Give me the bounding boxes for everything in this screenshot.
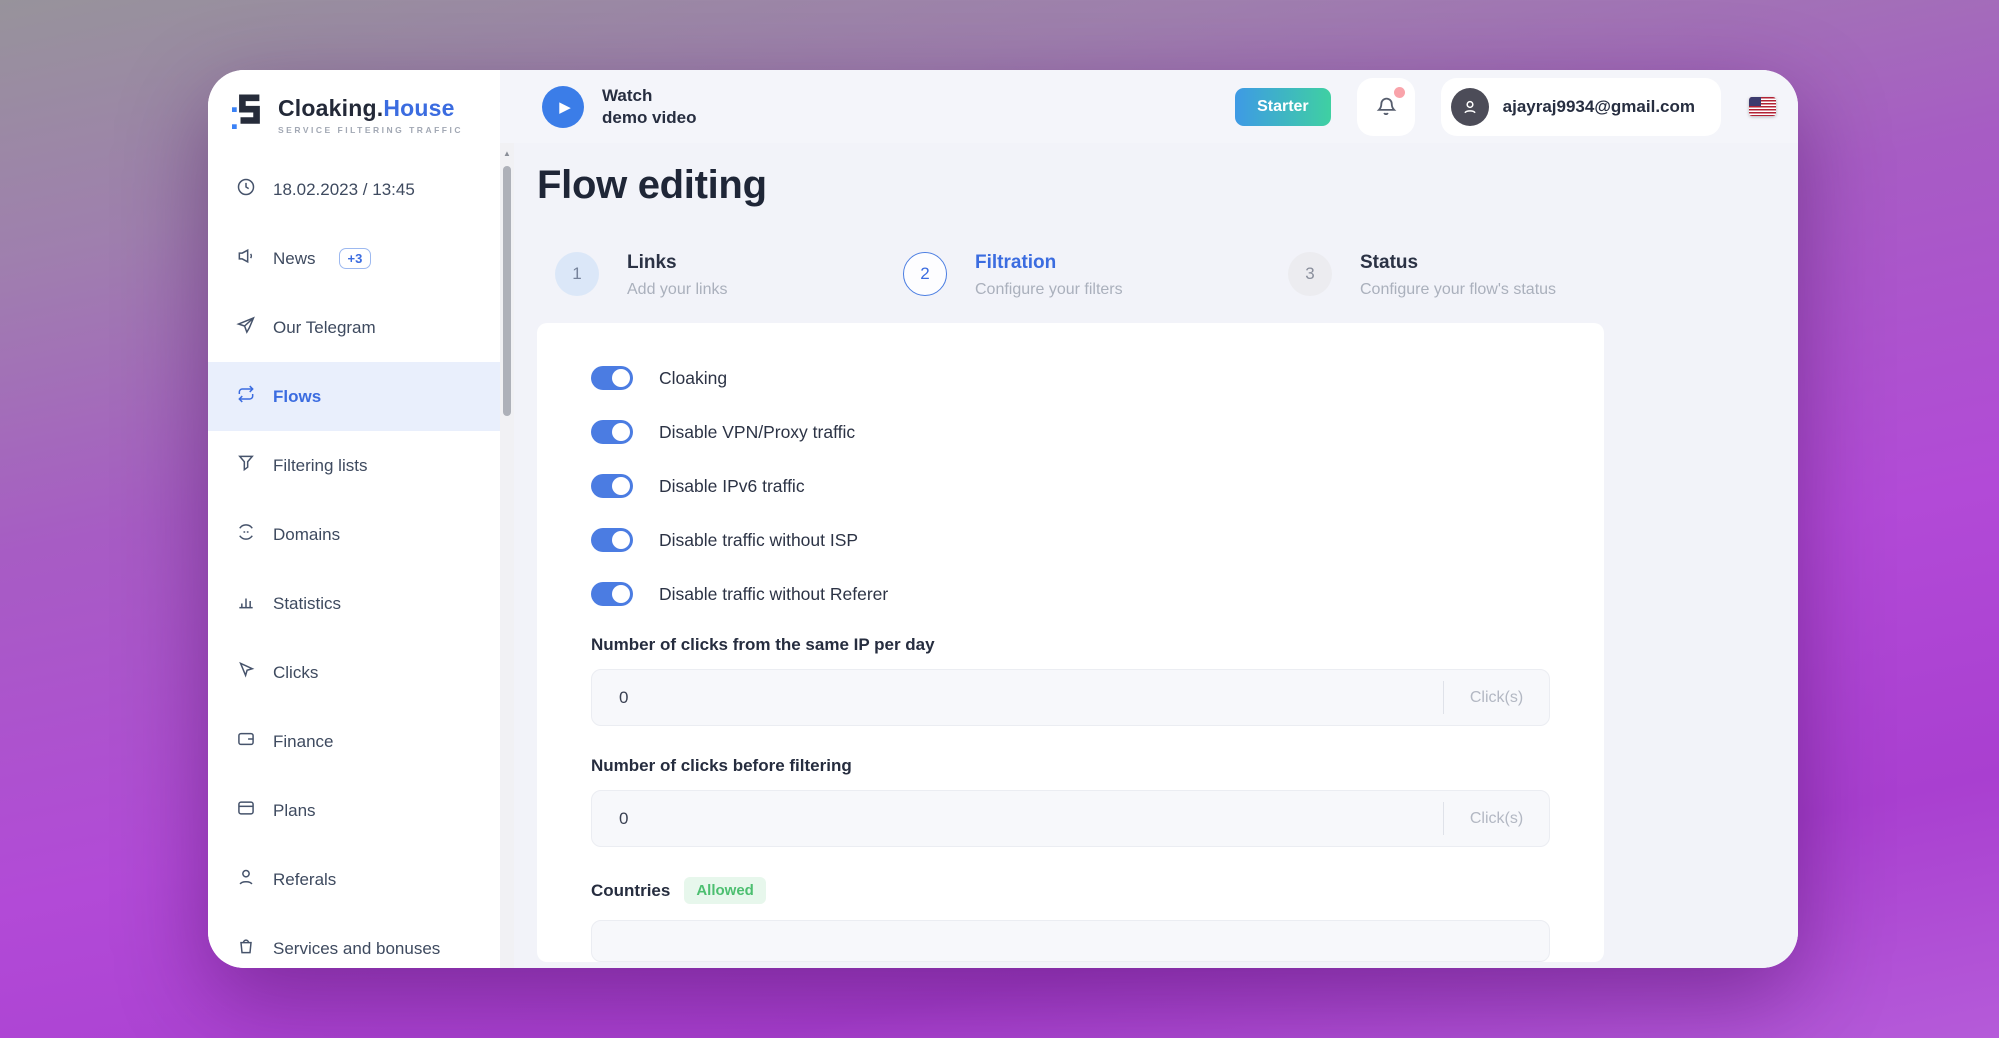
shopping-bag-icon <box>236 936 256 961</box>
step-title-status: Status <box>1360 252 1556 274</box>
disable-ipv6-toggle[interactable] <box>591 474 633 498</box>
watch-label-line1: Watch <box>602 85 696 106</box>
disable-vpn-proxy-toggle[interactable] <box>591 420 633 444</box>
sidebar-item-flows[interactable]: Flows <box>208 362 500 431</box>
clicks-per-ip-unit: Click(s) <box>1443 681 1549 714</box>
clicks-per-ip-input[interactable]: 0 Click(s) <box>591 669 1550 726</box>
step-subtitle-filtration: Configure your filters <box>975 281 1123 299</box>
step-subtitle-status: Configure your flow's status <box>1360 281 1556 299</box>
user-icon <box>236 867 256 892</box>
repeat-icon <box>236 384 256 409</box>
toggle-row-cloaking: Cloaking <box>591 351 1550 405</box>
disable-no-isp-toggle[interactable] <box>591 528 633 552</box>
megaphone-icon <box>236 246 256 271</box>
app-window: Cloaking.House SERVICE FILTERING TRAFFIC… <box>208 70 1798 968</box>
step-number-2: 2 <box>903 252 947 296</box>
sidebar-nav: 18.02.2023 / 13:45 News +3 Our Telegram … <box>208 155 500 968</box>
brand-name: Cloaking.House <box>278 95 463 122</box>
notifications-button[interactable] <box>1357 78 1415 136</box>
toggle-row-isp: Disable traffic without ISP <box>591 513 1550 567</box>
clicks-before-filtering-input[interactable]: 0 Click(s) <box>591 790 1550 847</box>
step-number-1: 1 <box>555 252 599 296</box>
desktop-background: Cloaking.House SERVICE FILTERING TRAFFIC… <box>0 0 1999 1038</box>
language-flag-us-icon[interactable] <box>1749 97 1776 116</box>
plan-badge[interactable]: Starter <box>1235 88 1331 126</box>
clicks-before-filtering-unit: Click(s) <box>1443 802 1549 835</box>
wizard-steps: 1 Links Add your links 2 Filtration Conf… <box>537 252 1798 299</box>
sidebar-item-statistics[interactable]: Statistics <box>208 569 500 638</box>
sidebar-item-news[interactable]: News +3 <box>208 224 500 293</box>
user-menu[interactable]: ajayraj9934@gmail.com <box>1441 78 1721 136</box>
play-icon: ▶ <box>542 86 584 128</box>
page-title: Flow editing <box>537 163 1798 208</box>
brand-logo: Cloaking.House SERVICE FILTERING TRAFFIC <box>208 70 500 143</box>
scrollbar-up-arrow-icon[interactable]: ▲ <box>503 150 511 158</box>
funnel-icon <box>236 453 256 478</box>
sidebar-item-finance[interactable]: Finance <box>208 707 500 776</box>
disable-no-referer-toggle[interactable] <box>591 582 633 606</box>
countries-row: Countries Allowed <box>591 877 1550 904</box>
sidebar-item-referals[interactable]: Referals <box>208 845 500 914</box>
news-count-badge: +3 <box>339 248 372 269</box>
user-email: ajayraj9934@gmail.com <box>1503 97 1695 117</box>
top-bar: ▶ Watch demo video Starter <box>500 70 1798 143</box>
watch-label-line2: demo video <box>602 107 696 128</box>
step-links[interactable]: 1 Links Add your links <box>555 252 903 299</box>
bar-chart-icon <box>236 591 256 616</box>
sidebar: Cloaking.House SERVICE FILTERING TRAFFIC… <box>208 70 500 968</box>
cursor-icon <box>236 660 256 685</box>
countries-input[interactable] <box>591 920 1550 962</box>
countries-allowed-badge[interactable]: Allowed <box>684 877 766 904</box>
sidebar-item-datetime: 18.02.2023 / 13:45 <box>208 155 500 224</box>
toggle-row-ipv6: Disable IPv6 traffic <box>591 459 1550 513</box>
cloaking-toggle[interactable] <box>591 366 633 390</box>
clicks-before-filtering-value: 0 <box>592 809 1443 829</box>
clicks-before-filtering-label: Number of clicks before filtering <box>591 756 1550 776</box>
countries-label: Countries <box>591 881 670 901</box>
brand-logo-icon <box>232 92 266 137</box>
scrollbar-thumb[interactable] <box>503 166 511 416</box>
watch-demo-video-button[interactable]: ▶ Watch demo video <box>542 85 696 128</box>
step-subtitle-links: Add your links <box>627 281 728 299</box>
main-content: Flow editing 1 Links Add your links 2 <box>514 143 1798 968</box>
wallet-icon <box>236 729 256 754</box>
clock-icon <box>236 177 256 202</box>
brand-tagline: SERVICE FILTERING TRAFFIC <box>278 125 463 135</box>
sidebar-item-services-and-bonuses[interactable]: Services and bonuses <box>208 914 500 968</box>
step-status[interactable]: 3 Status Configure your flow's status <box>1288 252 1556 299</box>
clicks-per-ip-label: Number of clicks from the same IP per da… <box>591 635 1550 655</box>
toggle-row-referer: Disable traffic without Referer <box>591 567 1550 621</box>
sidebar-item-domains[interactable]: Domains <box>208 500 500 569</box>
content-scrollbar[interactable]: ▲ <box>500 143 514 968</box>
sidebar-item-plans[interactable]: Plans <box>208 776 500 845</box>
paper-plane-icon <box>236 315 256 340</box>
credit-card-icon <box>236 798 256 823</box>
sidebar-item-filtering-lists[interactable]: Filtering lists <box>208 431 500 500</box>
notification-dot <box>1394 87 1405 98</box>
step-number-3: 3 <box>1288 252 1332 296</box>
sidebar-item-clicks[interactable]: Clicks <box>208 638 500 707</box>
filtration-card: Cloaking Disable VPN/Proxy traffic Disab… <box>537 323 1604 962</box>
globe-icon <box>236 522 256 547</box>
avatar <box>1451 88 1489 126</box>
step-filtration[interactable]: 2 Filtration Configure your filters <box>903 252 1288 299</box>
step-title-links: Links <box>627 252 728 274</box>
sidebar-item-our-telegram[interactable]: Our Telegram <box>208 293 500 362</box>
toggle-row-vpn-proxy: Disable VPN/Proxy traffic <box>591 405 1550 459</box>
clicks-per-ip-value: 0 <box>592 688 1443 708</box>
step-title-filtration: Filtration <box>975 252 1123 274</box>
